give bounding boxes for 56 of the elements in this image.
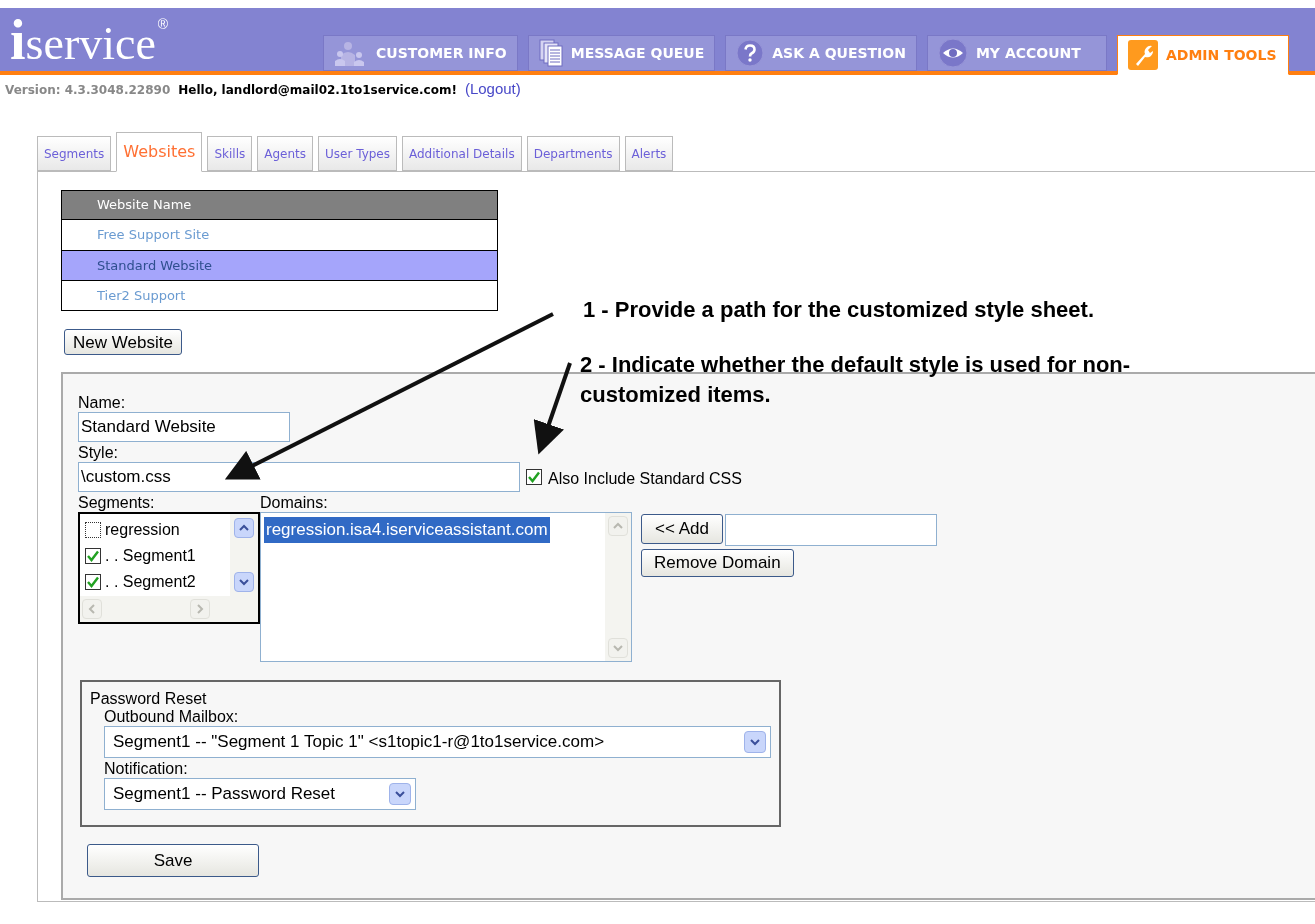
eye-icon: [937, 38, 968, 68]
check-icon: [87, 550, 99, 562]
vertical-scrollbar[interactable]: [230, 514, 258, 596]
logo: iservice: [10, 12, 156, 68]
outbound-mailbox-select[interactable]: Segment1 -- "Segment 1 Topic 1" <s1topic1-r@1to1service.com>: [104, 726, 771, 758]
check-icon: [87, 576, 99, 588]
registered-mark: ®: [157, 15, 169, 34]
documents-icon: [538, 39, 563, 67]
website-row[interactable]: Standard Website: [62, 250, 497, 280]
add-button[interactable]: << Add: [641, 514, 723, 544]
admin-tab[interactable]: Skills: [207, 136, 253, 171]
checkbox[interactable]: [85, 522, 101, 538]
nav-tab[interactable]: ADMIN TOOLS: [1116, 35, 1289, 75]
remove-domain-button[interactable]: Remove Domain: [641, 549, 794, 577]
domains-label: Domains:: [260, 494, 329, 512]
dropdown-caret-icon[interactable]: [389, 783, 411, 805]
checkbox[interactable]: [85, 548, 101, 564]
nav-tab[interactable]: ASK A QUESTION: [725, 35, 917, 71]
outbound-mailbox-label: Outbound Mailbox:: [104, 708, 240, 726]
column-header: Website Name: [62, 191, 497, 220]
style-label: Style:: [78, 444, 119, 462]
password-reset-legend: Password Reset: [90, 690, 779, 708]
annotation-text: 2 - Indicate whether the default style is used for non-customized items.: [580, 351, 1132, 409]
admin-tab[interactable]: Alerts: [624, 136, 674, 171]
notification-label: Notification:: [104, 760, 189, 778]
annotation-text: 1 - Provide a path for the customized style sheet.: [583, 296, 1095, 324]
segment-label: regression: [105, 520, 180, 540]
domain-item[interactable]: regression.isa4.iserviceassistant.com: [264, 517, 550, 543]
checkbox[interactable]: [85, 574, 101, 590]
domain-input-field[interactable]: [724, 514, 937, 546]
segment-label: . . Segment1: [105, 546, 196, 566]
wrench-icon: [1127, 40, 1158, 70]
nav-tab[interactable]: MESSAGE QUEUE: [527, 35, 716, 71]
dropdown-caret-icon[interactable]: [744, 731, 766, 753]
admin-tab[interactable]: Departments: [526, 136, 620, 171]
admin-tab[interactable]: Websites: [116, 132, 203, 172]
check-icon: [528, 471, 540, 483]
question-icon: [736, 39, 765, 67]
segments-label: Segments:: [78, 494, 156, 512]
version-text: Version: 4.3.3048.22890: [5, 82, 171, 99]
admin-tab[interactable]: Additional Details: [402, 136, 522, 171]
admin-tab[interactable]: User Types: [318, 136, 397, 171]
admin-tab[interactable]: Segments: [37, 136, 112, 171]
new-website-button[interactable]: New Website: [64, 329, 182, 355]
checkbox[interactable]: [526, 469, 542, 485]
save-button[interactable]: Save: [87, 844, 259, 877]
notification-select[interactable]: Segment1 -- Password Reset: [104, 778, 416, 810]
style-field[interactable]: \custom.css: [78, 462, 520, 492]
logout-link[interactable]: (Logout): [464, 78, 521, 101]
admin-tab[interactable]: Agents: [257, 136, 313, 171]
include-css-label: Also Include Standard CSS: [548, 469, 742, 489]
name-field[interactable]: Standard Website: [78, 412, 290, 442]
greeting-text: Hello, landlord@mail02.1to1service.com!: [178, 82, 457, 99]
nav-tab[interactable]: CUSTOMER INFO: [323, 35, 518, 71]
nav-tab[interactable]: MY ACCOUNT: [926, 35, 1107, 71]
segment-label: . . Segment2: [105, 572, 196, 592]
